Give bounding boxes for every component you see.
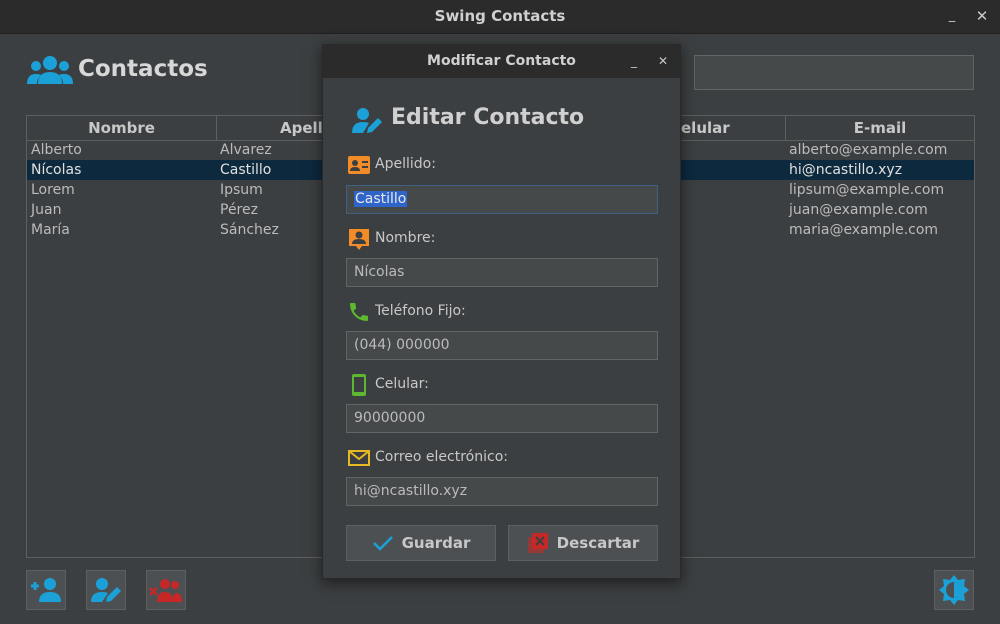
people-icon [27, 56, 73, 84]
cell-nombre: Nícolas [31, 162, 82, 178]
cell-email: alberto@example.com [789, 142, 948, 158]
edit-contact-button[interactable] [86, 570, 126, 610]
celular-label: Celular: [375, 376, 429, 392]
celular-field[interactable]: 90000000 [346, 404, 658, 433]
cell-email: hi@ncastillo.xyz [789, 162, 903, 178]
telefono-field[interactable]: (044) 000000 [346, 331, 658, 360]
apellido-value: Castillo [354, 191, 408, 207]
delete-contact-icon [149, 579, 182, 602]
correo-label: Correo electrónico: [375, 449, 508, 465]
nombre-label: Nombre: [375, 230, 436, 246]
telefono-label: Teléfono Fijo: [375, 303, 466, 319]
cell-apellido: Ipsum [220, 182, 263, 198]
cell-email: maria@example.com [789, 222, 939, 238]
save-label: Guardar [401, 534, 471, 552]
apellido-field[interactable]: Castillo [346, 185, 658, 214]
cell-apellido: Alvarez [220, 142, 272, 158]
brightness-icon [939, 575, 969, 605]
apellido-label: Apellido: [375, 156, 436, 172]
cell-nombre: Lorem [31, 182, 75, 198]
column-header-email[interactable]: E-mail [786, 116, 974, 140]
cell-email: juan@example.com [789, 202, 928, 218]
discard-button[interactable]: Descartar [508, 525, 658, 561]
search-input[interactable] [694, 55, 974, 90]
dialog-heading: Editar Contacto [391, 105, 585, 130]
column-header-nombre[interactable]: Nombre [27, 116, 217, 140]
phone-icon [350, 303, 368, 321]
edit-contact-dialog: Modificar Contacto _ ✕ Editar Contacto A… [322, 44, 681, 579]
close-button[interactable]: ✕ [972, 6, 992, 26]
add-contact-button[interactable] [26, 570, 66, 610]
delete-contact-button[interactable] [146, 570, 186, 610]
window-title: Swing Contacts [434, 7, 566, 25]
column-header-apellido[interactable]: Apell [217, 116, 323, 140]
nombre-field[interactable]: Nícolas [346, 258, 658, 287]
cell-email: lipsum@example.com [789, 182, 945, 198]
minimize-button[interactable]: _ [942, 6, 962, 26]
dialog-titlebar: Modificar Contacto _ ✕ [323, 45, 680, 78]
add-contact-icon [31, 578, 61, 602]
id-card-icon [348, 156, 370, 174]
correo-field[interactable]: hi@ncastillo.xyz [346, 477, 658, 506]
cell-nombre: María [31, 222, 70, 238]
person-badge-icon [349, 229, 369, 250]
theme-toggle-button[interactable] [934, 570, 974, 610]
column-header-celular[interactable]: elular [681, 116, 786, 140]
cell-apellido: Sánchez [220, 222, 279, 238]
cell-nombre: Juan [31, 202, 62, 218]
discard-label: Descartar [556, 534, 640, 552]
cell-apellido: Castillo [220, 162, 272, 178]
discard-icon [527, 533, 548, 553]
check-icon [372, 536, 393, 551]
save-button[interactable]: Guardar [346, 525, 496, 561]
dialog-close-button[interactable]: ✕ [654, 52, 672, 70]
edit-person-icon [352, 108, 382, 133]
mail-icon [348, 450, 370, 466]
mobile-icon [352, 374, 366, 396]
page-title: Contactos [78, 56, 208, 82]
dialog-minimize-button[interactable]: _ [625, 52, 643, 70]
edit-contact-icon [91, 578, 121, 602]
cell-apellido: Pérez [220, 202, 258, 218]
cell-nombre: Alberto [31, 142, 82, 158]
window-titlebar: Swing Contacts _ ✕ [0, 0, 1000, 34]
